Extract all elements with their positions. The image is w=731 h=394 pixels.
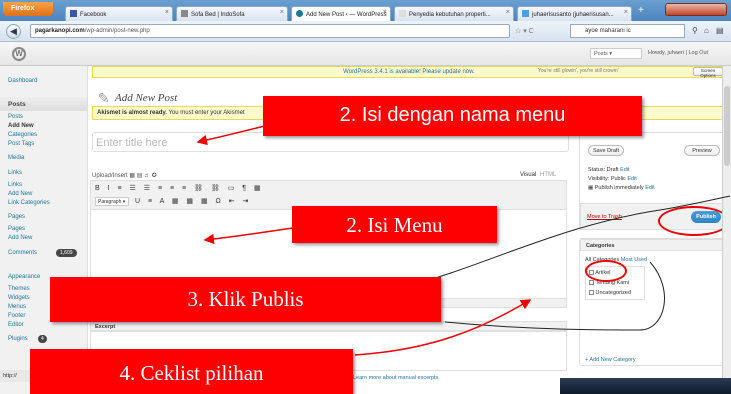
annotation-arrows <box>196 117 731 356</box>
arrow-content <box>203 227 294 245</box>
annotation-click-publish: 3. Klik Publis <box>50 277 441 322</box>
arrow-checklist <box>444 261 665 331</box>
annotation-fill-menu-name: 2. Isi dengan nama menu <box>263 96 642 136</box>
annotation-fill-menu: 2. Isi Menu <box>292 206 497 243</box>
annotation-checklist: 4. Ceklist pilihan <box>30 349 353 394</box>
